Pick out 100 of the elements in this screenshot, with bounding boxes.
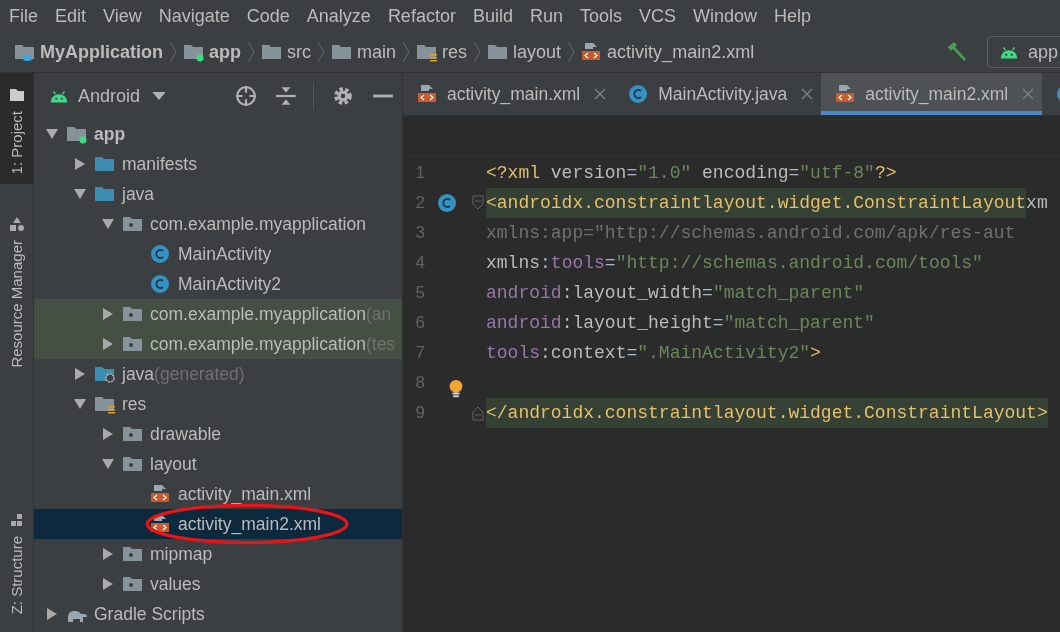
menu-item[interactable]: Navigate — [158, 5, 230, 27]
collapse-arrow-icon[interactable] — [102, 218, 114, 230]
layout-file-icon — [417, 84, 439, 104]
package-folder-icon — [122, 574, 144, 594]
code-text: xm — [1026, 192, 1048, 215]
tree-item-label: activity_main2.xml — [178, 513, 321, 535]
collapse-arrow-icon[interactable] — [74, 188, 86, 200]
menu-item[interactable]: Run — [529, 5, 563, 27]
view-selector[interactable]: Android — [78, 85, 141, 107]
expand-arrow-icon[interactable] — [46, 608, 58, 620]
fold-icon[interactable] — [471, 405, 484, 421]
menu-item[interactable]: Code — [246, 5, 290, 27]
tree-row[interactable]: MainActivity — [34, 239, 402, 269]
tool-window-tab[interactable]: Resource Manager — [0, 202, 33, 378]
package-folder-icon — [122, 424, 144, 444]
folder-icon — [94, 154, 116, 174]
package-folder-icon — [122, 214, 144, 234]
package-folder-icon — [122, 544, 144, 564]
tree-row[interactable]: java(generated) — [34, 359, 402, 389]
line-number: 9 — [414, 403, 425, 423]
tree-item-label: drawable — [150, 423, 222, 445]
tree-row[interactable]: values — [34, 569, 402, 599]
chevron-icon — [317, 41, 326, 63]
expand-arrow-icon[interactable] — [102, 578, 114, 590]
tree-row[interactable]: drawable — [34, 419, 402, 449]
settings-icon[interactable] — [332, 85, 354, 107]
expand-arrow-icon[interactable] — [102, 548, 114, 560]
line-number: 1 — [414, 163, 425, 183]
tree-row[interactable]: activity_main.xml — [34, 479, 402, 509]
menu-item[interactable]: Refactor — [387, 5, 456, 27]
menu-item[interactable]: Help — [774, 5, 812, 27]
menu-item[interactable]: Tools — [579, 5, 622, 27]
tree-row[interactable]: layout — [34, 449, 402, 479]
breadcrumb-item[interactable]: src — [287, 41, 312, 63]
code-line: tools:context=".MainActivity2"> — [486, 342, 821, 365]
tree-row[interactable]: res — [34, 389, 402, 419]
expand-arrow-icon[interactable] — [102, 308, 114, 320]
expand-arrow-icon[interactable] — [74, 368, 86, 380]
tree-row[interactable]: com.example.myapplication — [34, 209, 402, 239]
class-icon[interactable] — [437, 193, 457, 213]
caret-icon[interactable] — [152, 91, 167, 101]
menu-item[interactable]: Analyze — [306, 5, 371, 27]
fold-icon[interactable] — [471, 195, 484, 211]
line-number: 5 — [414, 283, 425, 303]
tree-row[interactable]: activity_main2.xml — [34, 509, 402, 539]
tree-row[interactable]: MainActivity2 — [34, 269, 402, 299]
menu-item[interactable]: Window — [693, 5, 758, 27]
editor-tab[interactable]: activity_main.xml — [403, 73, 615, 115]
tree-item-label: MainActivity — [178, 243, 272, 265]
close-icon[interactable] — [801, 88, 814, 100]
menu-item[interactable]: Edit — [55, 5, 87, 27]
layout-file-icon — [150, 514, 172, 534]
code-line: android:layout_width="match_parent" — [486, 282, 865, 305]
collapse-arrow-icon[interactable] — [46, 128, 58, 140]
breadcrumb-item[interactable]: activity_main2.xml — [607, 41, 755, 63]
collapse-arrow-icon[interactable] — [102, 458, 114, 470]
collapse-arrow-icon[interactable] — [74, 398, 86, 410]
tool-window-tab[interactable]: 1: Project — [0, 73, 33, 185]
line-number: 2 — [414, 193, 425, 213]
editor-tab[interactable]: MainActivity.java — [614, 73, 822, 115]
chevron-icon — [169, 41, 177, 63]
chevron-icon — [567, 41, 576, 63]
menu-item[interactable]: File — [9, 5, 38, 27]
generated-folder-icon — [94, 364, 116, 384]
breadcrumb-item[interactable]: app — [209, 41, 242, 63]
menu-item[interactable]: View — [103, 5, 142, 27]
tree-item-label: activity_main.xml — [178, 483, 312, 505]
close-icon[interactable] — [594, 88, 607, 100]
tree-item-label: mipmap — [150, 543, 213, 565]
android-icon — [48, 88, 70, 104]
breadcrumb-item[interactable]: layout — [513, 41, 562, 63]
breadcrumb-item[interactable]: main — [357, 41, 397, 63]
project-folder-icon — [14, 42, 36, 62]
menu-item[interactable]: Build — [472, 5, 513, 27]
run-configuration-dropdown[interactable]: app — [986, 36, 1060, 68]
crosshair-icon[interactable] — [235, 85, 257, 107]
tree-row[interactable]: manifests — [34, 149, 402, 179]
tree-item-label: MainActivity2 — [178, 273, 282, 295]
expand-arrow-icon[interactable] — [102, 428, 114, 440]
line-number: 3 — [414, 223, 425, 243]
tree-row[interactable]: java — [34, 179, 402, 209]
expand-arrow-icon[interactable] — [102, 338, 114, 350]
resource-folder-icon — [416, 42, 439, 62]
editor-tab[interactable]: activity_main2.xml — [821, 73, 1043, 115]
tree-row[interactable]: Gradle Scripts — [34, 599, 402, 629]
tree-row[interactable]: app — [34, 119, 402, 149]
breadcrumb-item[interactable]: res — [442, 41, 468, 63]
breadcrumb-item[interactable]: MyApplication — [40, 41, 163, 63]
class-icon — [150, 274, 172, 294]
line-number: 7 — [414, 343, 425, 363]
expand-arrow-icon[interactable] — [74, 158, 86, 170]
collapse-all-icon[interactable] — [275, 85, 297, 107]
folder-icon — [261, 42, 284, 62]
menu-item[interactable]: VCS — [639, 5, 676, 27]
line-number: 8 — [414, 373, 425, 393]
tree-item-label: app — [94, 123, 126, 145]
code-line: xmlns:app="http://schemas.android.com/apk/res-aut — [486, 222, 1016, 245]
tool-window-tab[interactable]: Z: Structure — [0, 497, 33, 632]
code-line: xmlns:tools="http://schemas.android.com/tools" — [486, 252, 983, 275]
tree-row[interactable]: mipmap — [34, 539, 402, 569]
